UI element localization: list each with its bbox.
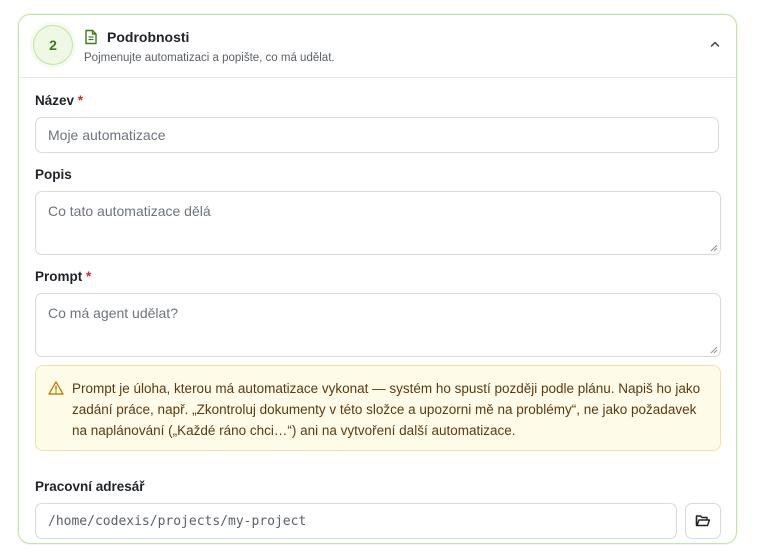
step-number: 2: [49, 37, 57, 53]
prompt-placeholder: Co má agent udělat?: [48, 305, 178, 321]
section-subtitle: Pojmenujte automatizaci a popište, co má…: [84, 52, 335, 64]
description-placeholder: Co tato automatizace dělá: [48, 203, 211, 219]
description-textarea[interactable]: Co tato automatizace dělá: [35, 191, 721, 255]
details-section-card: 2 Podrobnosti Pojmenujte automatizaci a …: [18, 14, 737, 544]
prompt-warning-callout: Prompt je úloha, kterou má automatizace …: [35, 365, 721, 451]
resize-grip-icon[interactable]: [710, 346, 718, 354]
chevron-up-icon[interactable]: [708, 37, 722, 51]
warning-triangle-icon: [48, 381, 64, 395]
folder-open-icon: [695, 515, 711, 527]
step-number-badge: 2: [33, 25, 73, 65]
warning-text: Prompt je úloha, kterou má automatizace …: [72, 381, 701, 438]
browse-folder-button[interactable]: [685, 503, 721, 539]
section-title: Podrobnosti: [107, 29, 190, 45]
name-input[interactable]: Moje automatizace: [35, 117, 719, 153]
prompt-label: Prompt *: [35, 269, 92, 284]
name-label: Název *: [35, 93, 84, 108]
required-mark: *: [86, 269, 92, 284]
description-label: Popis: [35, 167, 72, 182]
document-icon: [85, 29, 97, 45]
resize-grip-icon[interactable]: [710, 244, 718, 252]
workdir-value: /home/codexis/projects/my-project: [48, 513, 307, 529]
workdir-label: Pracovní adresář: [35, 479, 145, 494]
name-placeholder: Moje automatizace: [48, 127, 166, 143]
section-header[interactable]: 2 Podrobnosti Pojmenujte automatizaci a …: [19, 15, 736, 78]
required-mark: *: [77, 93, 84, 108]
prompt-textarea[interactable]: Co má agent udělat?: [35, 293, 721, 357]
workdir-input[interactable]: /home/codexis/projects/my-project: [35, 503, 677, 539]
